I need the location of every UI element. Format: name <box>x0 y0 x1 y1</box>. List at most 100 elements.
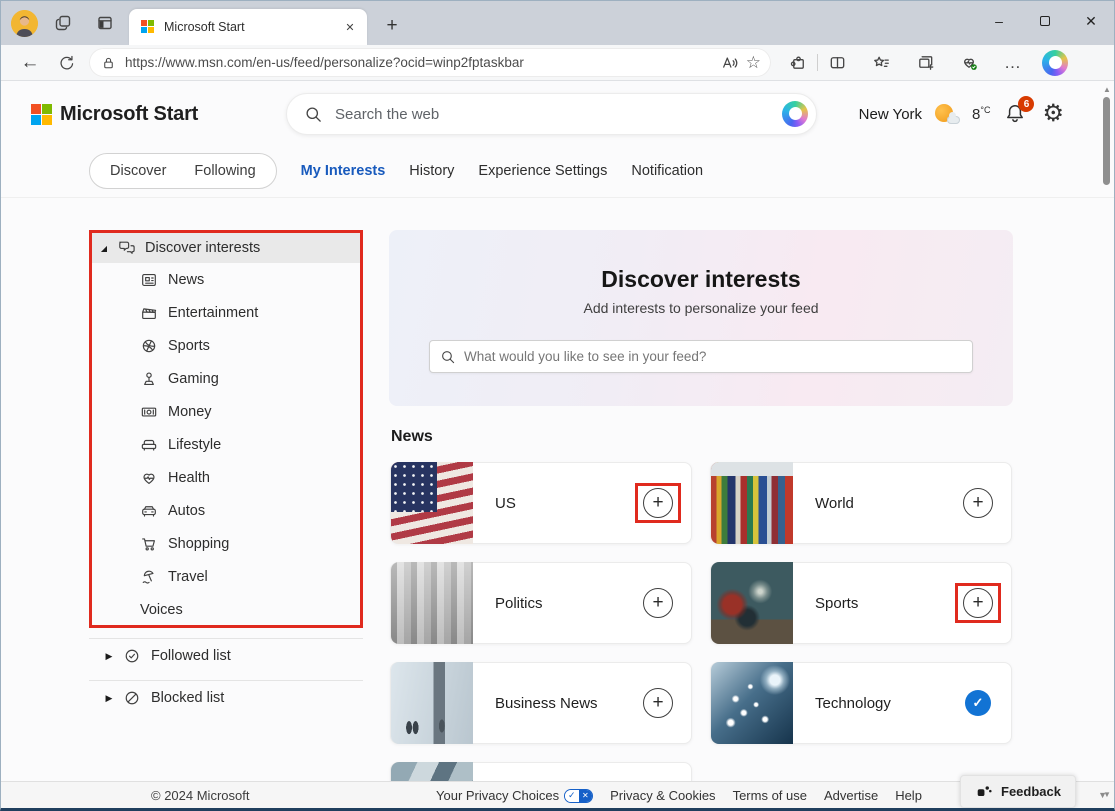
sidebar-item-health[interactable]: Health <box>92 461 360 494</box>
sidebar-item-followed-list[interactable]: ▶ Followed list <box>89 641 363 671</box>
add-interest-button[interactable]: + <box>963 588 993 618</box>
footer-link-advertise[interactable]: Advertise <box>824 788 878 803</box>
sidebar-item-label: Autos <box>168 503 205 519</box>
caret-expanded-icon[interactable]: ◢ <box>98 244 110 253</box>
sidebar-item-label: Entertainment <box>168 305 258 321</box>
scroll-up-icon[interactable]: ▲ <box>1101 84 1113 96</box>
browser-essentials-icon[interactable] <box>954 49 984 77</box>
search-copilot-icon[interactable] <box>782 101 808 127</box>
footer-link-privacy-cookies[interactable]: Privacy & Cookies <box>610 788 715 803</box>
interest-card-sports[interactable]: Sports + <box>710 562 1012 644</box>
feed-toggle-pill: Discover Following <box>89 153 277 189</box>
sidebar-item-gaming[interactable]: Gaming <box>92 362 360 395</box>
product-title[interactable]: Microsoft Start <box>60 103 198 126</box>
card-label: US <box>495 495 516 512</box>
new-tab-button[interactable]: + <box>379 13 405 39</box>
interest-card-world[interactable]: World + <box>710 462 1012 544</box>
sidebar-item-discover-interests[interactable]: ◢ Discover interests <box>92 233 360 263</box>
caret-collapsed-icon[interactable]: ▶ <box>103 651 115 662</box>
page-scrollbar[interactable]: ▲ ▼ <box>1100 81 1114 809</box>
browser-toolbar: ← https://www.msn.com/en-us/feed/persona… <box>1 45 1114 81</box>
add-interest-button[interactable]: + <box>643 688 673 718</box>
sidebar-item-autos[interactable]: Autos <box>92 494 360 527</box>
gaming-icon <box>140 370 158 388</box>
weather-temperature[interactable]: 8°C <box>972 105 990 123</box>
scroll-down-icon[interactable]: ▼ <box>1101 789 1113 801</box>
tab-my-interests[interactable]: My Interests <box>301 163 386 179</box>
followed-list-icon <box>123 647 141 665</box>
favorites-icon[interactable] <box>866 49 896 77</box>
card-label: Technology <box>815 695 891 712</box>
tab-history[interactable]: History <box>409 163 454 179</box>
sidebar-item-label: Travel <box>168 569 208 585</box>
sidebar-item-travel[interactable]: Travel <box>92 560 360 593</box>
footer-link-privacy-choices[interactable]: Your Privacy Choices ✓✕ <box>436 788 593 803</box>
world-flags-thumbnail <box>711 462 793 544</box>
profile-avatar[interactable] <box>11 10 38 37</box>
address-bar[interactable]: https://www.msn.com/en-us/feed/personali… <box>89 48 771 77</box>
add-interest-button[interactable]: + <box>643 488 673 518</box>
back-button[interactable]: ← <box>15 49 45 77</box>
sidebar-item-voices[interactable]: Voices <box>92 593 360 626</box>
sidebar-item-blocked-list[interactable]: ▶ Blocked list <box>89 683 363 713</box>
microsoft-logo[interactable] <box>31 104 52 125</box>
shopping-icon <box>140 535 158 553</box>
footer-links: Your Privacy Choices ✓✕ Privacy & Cookie… <box>436 788 922 803</box>
settings-gear-icon[interactable]: ⚙ <box>1042 101 1064 127</box>
feedback-button[interactable]: Feedback <box>960 775 1076 808</box>
vertical-tabs-icon[interactable] <box>88 8 122 38</box>
sidebar-item-news[interactable]: News <box>92 263 360 296</box>
minimize-button[interactable]: – <box>976 1 1022 41</box>
interest-search-box[interactable] <box>429 340 973 373</box>
tab-experience-settings[interactable]: Experience Settings <box>478 163 607 179</box>
read-aloud-icon[interactable] <box>720 54 740 72</box>
tab-discover[interactable]: Discover <box>110 163 166 179</box>
interest-search-input[interactable] <box>464 349 962 364</box>
copilot-icon[interactable] <box>1040 49 1070 77</box>
notifications-button[interactable]: 6 <box>1003 101 1029 127</box>
split-screen-icon[interactable] <box>822 49 852 77</box>
sidebar-item-label: Sports <box>168 338 210 354</box>
add-wrap: + <box>643 588 673 618</box>
sidebar-item-shopping[interactable]: Shopping <box>92 527 360 560</box>
web-search-input[interactable] <box>335 106 782 123</box>
interest-card-politics[interactable]: Politics + <box>390 562 692 644</box>
card-label: Business News <box>495 695 598 712</box>
footer-link-terms[interactable]: Terms of use <box>733 788 807 803</box>
footer-link-help[interactable]: Help <box>895 788 922 803</box>
extensions-icon[interactable] <box>783 49 813 77</box>
notification-badge: 6 <box>1018 96 1034 112</box>
added-check-button[interactable]: ✓ <box>965 690 991 716</box>
news-icon <box>140 271 158 289</box>
weather-location[interactable]: New York <box>859 106 922 123</box>
workspaces-icon[interactable] <box>46 8 80 38</box>
privacy-choices-icon: ✓✕ <box>564 789 593 803</box>
window-controls: – ✕ <box>976 1 1114 41</box>
sidebar-item-entertainment[interactable]: Entertainment <box>92 296 360 329</box>
sidebar-item-label: Gaming <box>168 371 219 387</box>
tab-notification[interactable]: Notification <box>631 163 703 179</box>
sidebar-item-money[interactable]: Money <box>92 395 360 428</box>
add-interest-button[interactable]: + <box>643 588 673 618</box>
more-menu-icon[interactable]: … <box>998 49 1028 77</box>
tab-following[interactable]: Following <box>194 163 255 179</box>
caret-collapsed-icon[interactable]: ▶ <box>103 693 115 704</box>
maximize-button[interactable] <box>1022 1 1068 41</box>
health-icon <box>140 469 158 487</box>
sidebar-item-sports[interactable]: Sports <box>92 329 360 362</box>
interest-card-business-news[interactable]: Business News + <box>390 662 692 744</box>
browser-tab[interactable]: Microsoft Start ✕ <box>129 9 367 45</box>
tab-close-icon[interactable]: ✕ <box>341 18 359 36</box>
refresh-button[interactable] <box>51 49 81 77</box>
close-button[interactable]: ✕ <box>1068 1 1114 41</box>
sidebar-divider <box>89 638 363 639</box>
favorite-star-icon[interactable]: ☆ <box>746 53 761 73</box>
scrollbar-thumb[interactable] <box>1103 97 1110 185</box>
collections-icon[interactable] <box>910 49 940 77</box>
interest-card-us[interactable]: US + <box>390 462 692 544</box>
sidebar-item-label: Money <box>168 404 212 420</box>
web-search-box[interactable] <box>286 93 817 135</box>
add-interest-button[interactable]: + <box>963 488 993 518</box>
interest-card-technology[interactable]: Technology ✓ <box>710 662 1012 744</box>
sidebar-item-lifestyle[interactable]: Lifestyle <box>92 428 360 461</box>
